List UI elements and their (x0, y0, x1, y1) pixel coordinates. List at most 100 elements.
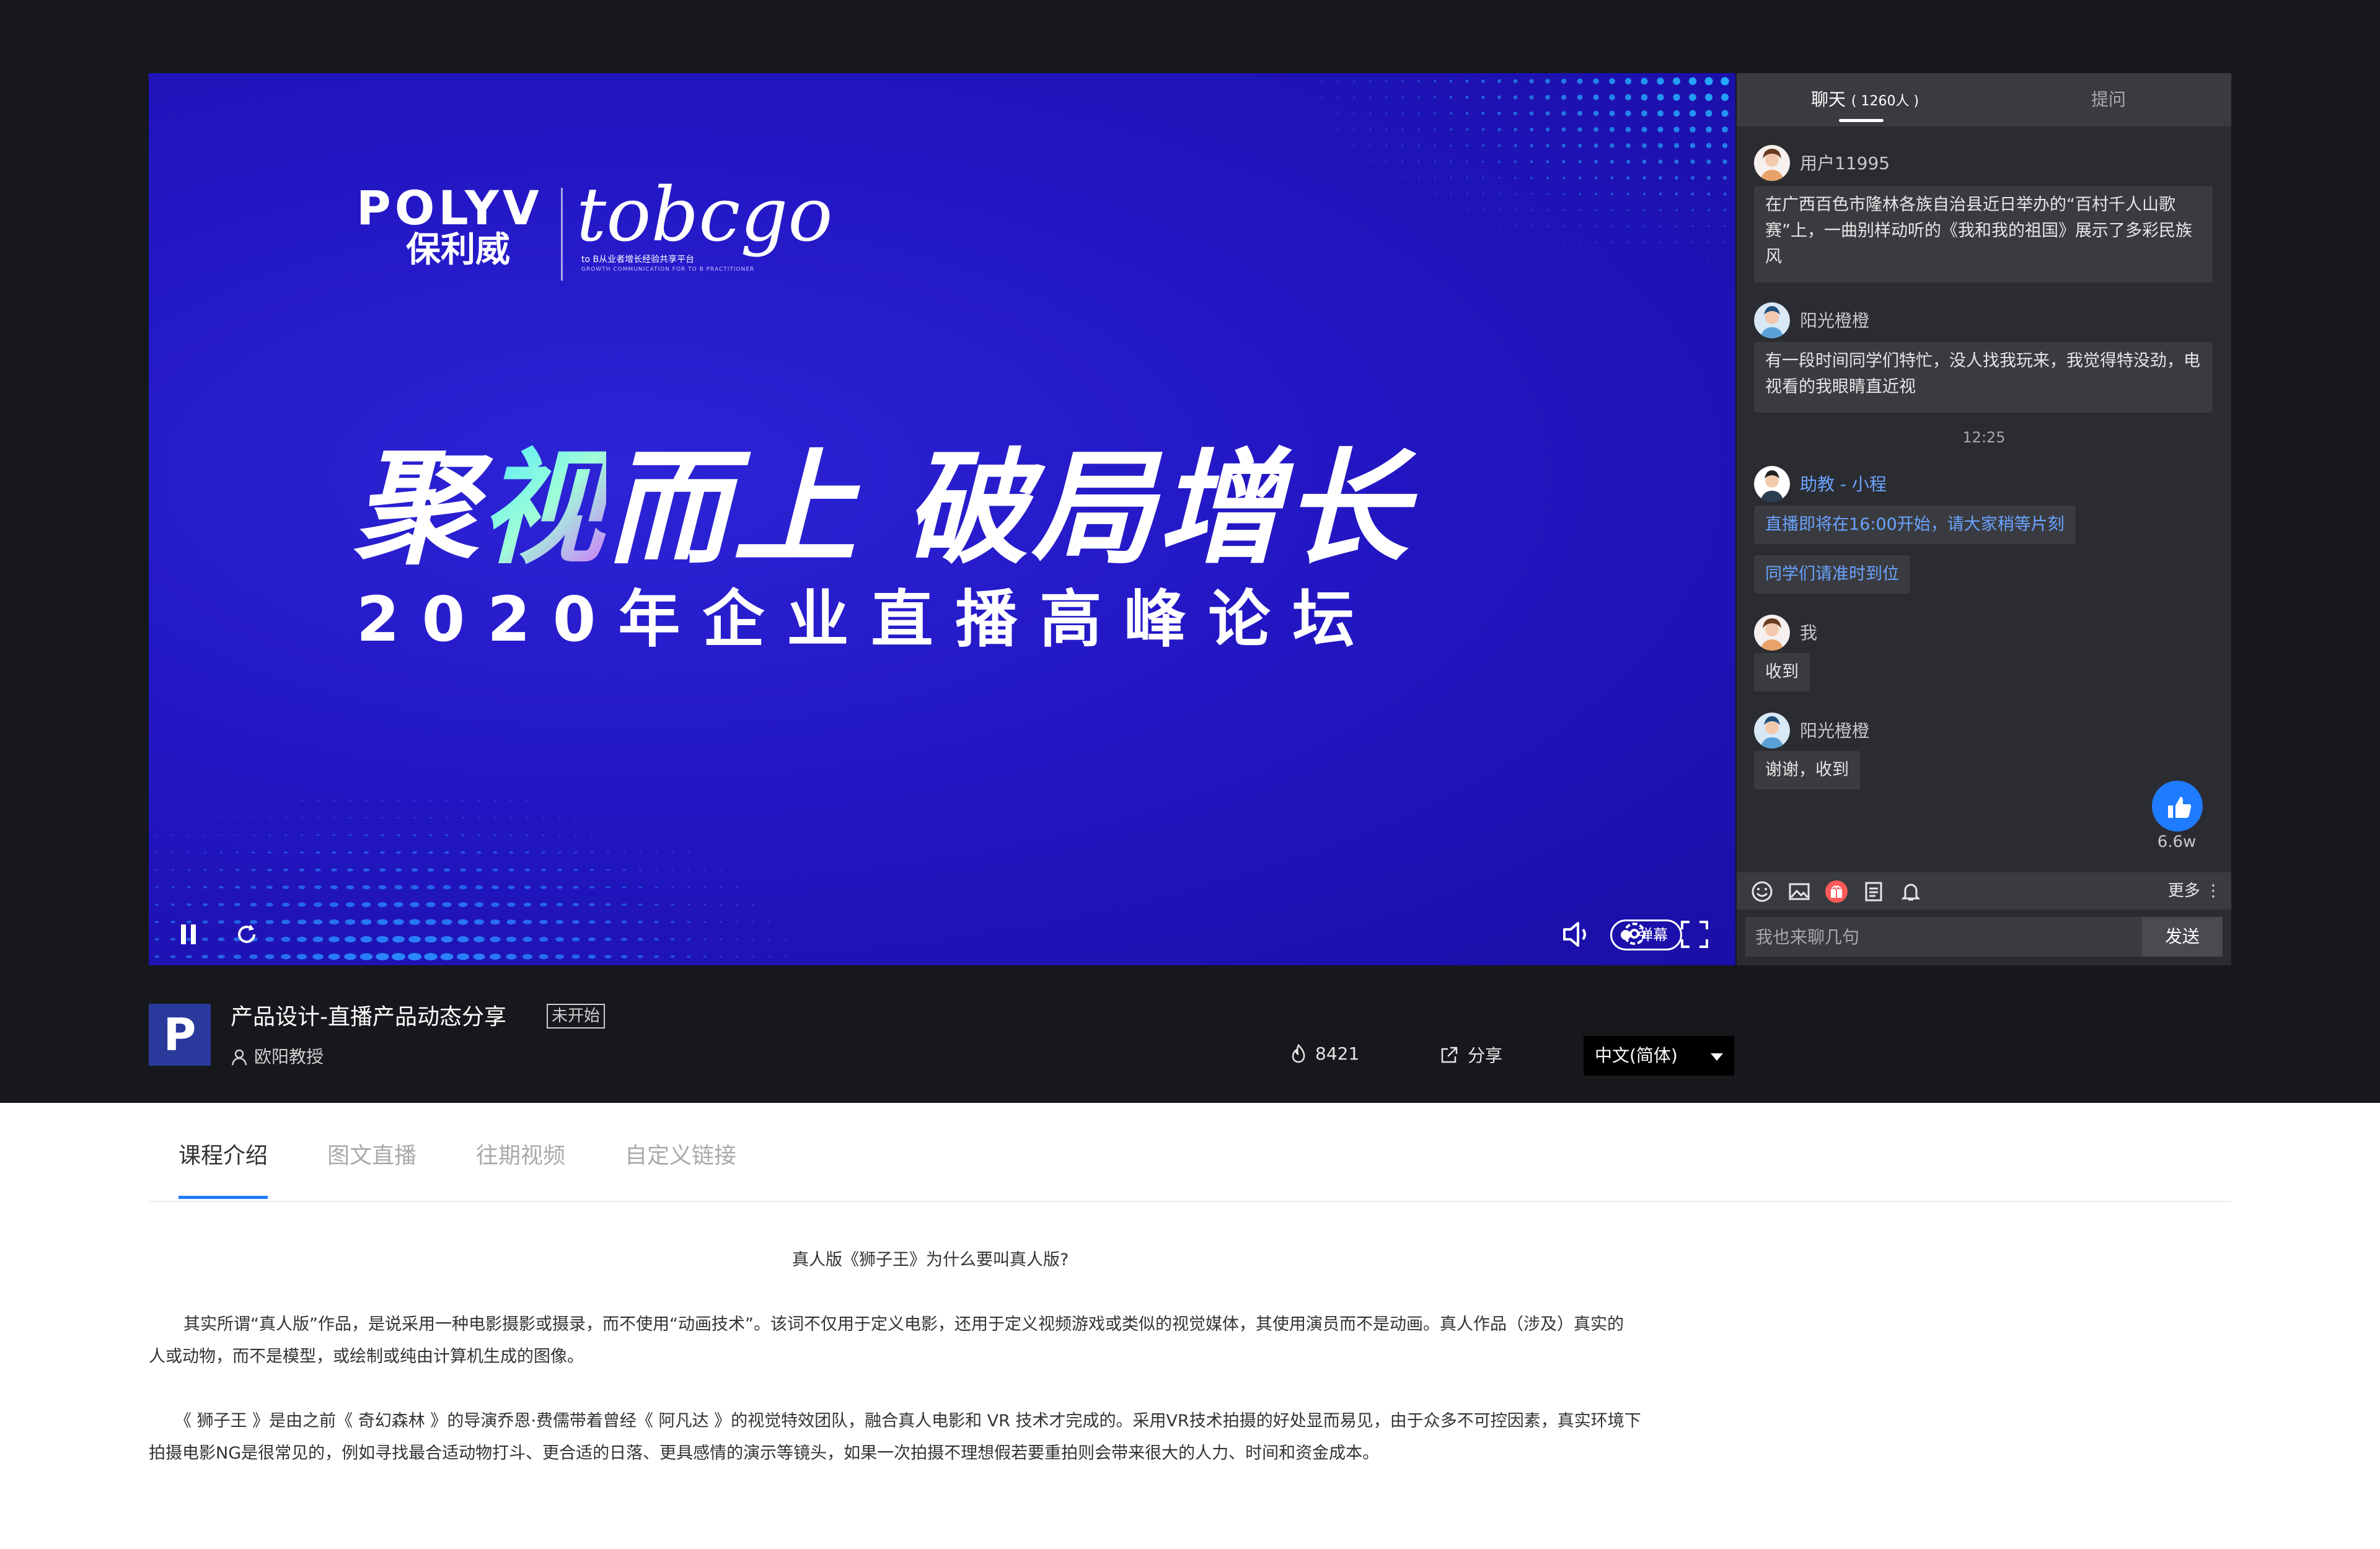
pause-icon[interactable] (176, 922, 201, 947)
decor-dot (720, 886, 722, 889)
decor-dot (1546, 160, 1549, 164)
decor-dot (394, 885, 403, 890)
decor-dot (506, 936, 517, 942)
decor-dot (1626, 143, 1631, 148)
decor-dot (364, 834, 368, 836)
decor-dot (1659, 192, 1662, 196)
decor-dot (154, 955, 159, 959)
decor-dot (1481, 128, 1485, 131)
decor-dot (1708, 225, 1710, 227)
avatar[interactable] (1754, 615, 1790, 651)
decor-dot (607, 817, 609, 819)
decor-dot (348, 851, 353, 854)
message-author: 我 (1800, 623, 1818, 643)
decor-dot (589, 869, 594, 871)
decor-dot (1465, 128, 1469, 131)
decor-dot (1546, 193, 1549, 195)
decor-dot (408, 936, 421, 943)
decor-dot (281, 936, 291, 942)
message-author: 阳光橙橙 (1800, 310, 1870, 331)
fullscreen-icon[interactable] (1680, 919, 1709, 949)
tab-past-videos[interactable]: 往期视频 (476, 1138, 565, 1170)
decor-dot (1337, 128, 1339, 131)
avatar[interactable] (1754, 145, 1790, 181)
notice-icon[interactable] (1862, 880, 1885, 903)
decor-dot (426, 885, 435, 890)
decor-dot (281, 902, 290, 907)
tab-text-live[interactable]: 图文直播 (327, 1138, 416, 1170)
decor-dot (540, 868, 547, 872)
tab-questions[interactable]: 提问 (2091, 73, 2126, 126)
settings-gear-icon[interactable] (1619, 918, 1650, 949)
decor-dot (573, 869, 578, 871)
decor-dot (331, 868, 337, 872)
decor-dot (154, 921, 159, 923)
decor-dot (1673, 110, 1680, 117)
decor-dot (462, 817, 464, 819)
decor-dot (1691, 192, 1695, 196)
language-select[interactable]: 中文(简体) (1584, 1036, 1734, 1076)
decor-dot (281, 954, 291, 960)
decor-dot (441, 936, 453, 943)
decor-dot (477, 851, 482, 854)
decor-dot (267, 868, 272, 872)
decor-dot (461, 851, 465, 854)
decor-dot (1610, 192, 1614, 196)
decor-dot (430, 817, 432, 819)
article-paragraph: 人或动物，而不是模型，或绘制或纯由计算机生成的图像。 (149, 1347, 584, 1366)
decor-dot (703, 955, 707, 958)
emoji-icon[interactable] (1750, 880, 1774, 903)
decor-dot (1691, 241, 1694, 244)
chat-input[interactable] (1745, 917, 2142, 957)
gift-icon[interactable] (1825, 880, 1848, 903)
article-paragraph: 《 狮子王 》是由之前《 奇幻森林 》的导演乔恩·费儒带着曾经《 阿凡达 》的视… (175, 1411, 1641, 1431)
video-player[interactable]: POLYV 保利威 tobcgo to B从业者增长经验共享平台 GROWTH … (149, 73, 1735, 965)
tab-custom-link[interactable]: 自定义链接 (625, 1138, 736, 1170)
decor-dot (476, 868, 482, 872)
decor-dot (525, 851, 530, 854)
decor-dot (298, 902, 306, 907)
decor-dot (575, 834, 577, 836)
decor-dot (686, 938, 691, 941)
decor-dot (1610, 159, 1615, 164)
decor-dot (1417, 160, 1420, 163)
bell-icon[interactable] (1899, 880, 1923, 903)
decor-dot (429, 834, 433, 836)
decor-dot (1546, 144, 1549, 147)
refresh-icon[interactable] (233, 921, 260, 948)
tab-course-intro[interactable]: 课程介绍 (178, 1138, 268, 1170)
decor-dot (1705, 94, 1712, 101)
avatar[interactable] (1754, 466, 1790, 502)
volume-icon[interactable] (1561, 919, 1592, 949)
decor-dot (522, 919, 532, 924)
decor-dot (720, 869, 722, 871)
decor-dot (1434, 160, 1436, 163)
avatar[interactable] (1754, 713, 1790, 748)
decor-dot (590, 851, 594, 854)
share-button[interactable]: 分享 (1439, 1042, 1502, 1067)
decor-dot (1673, 143, 1680, 149)
decor-dot (1482, 193, 1484, 195)
decor-dot (361, 902, 371, 907)
decor-dot (1530, 225, 1533, 227)
send-button[interactable]: 发送 (2142, 917, 2223, 957)
decor-dot (376, 936, 389, 943)
tobgo-logo: tobcgo (576, 172, 833, 258)
decor-dot (344, 953, 356, 960)
decor-dot (506, 919, 516, 924)
decor-dot (233, 954, 242, 959)
decor-dot (284, 834, 288, 836)
decor-dot (265, 954, 275, 959)
image-icon[interactable] (1787, 880, 1811, 903)
more-button[interactable]: 更多 ⋮ (2168, 872, 2221, 910)
decor-dot (522, 936, 532, 942)
decor-dot (1514, 209, 1517, 211)
like-button[interactable] (2152, 781, 2203, 832)
decor-dot (1609, 110, 1615, 116)
decor-dot (784, 938, 787, 941)
decor-dot (1353, 128, 1355, 131)
avatar[interactable] (1754, 302, 1790, 338)
decor-dot (236, 817, 239, 819)
decor-dot (477, 834, 481, 836)
decor-dot (397, 799, 400, 802)
